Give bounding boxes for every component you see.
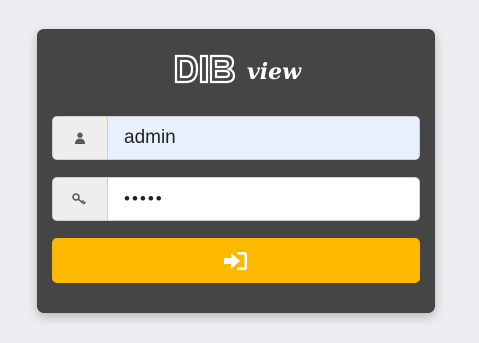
username-field-group: admin <box>52 116 420 160</box>
dib-logo-mark <box>174 54 236 84</box>
password-field-group: ••••• <box>52 177 420 221</box>
dibview-logo: view <box>173 53 303 87</box>
username-addon <box>53 117 108 159</box>
logo-word: view <box>247 59 302 85</box>
sign-in-icon <box>224 251 247 270</box>
login-card: view admin ••••• <box>37 29 435 313</box>
login-button[interactable] <box>52 238 420 283</box>
user-icon <box>75 132 85 144</box>
password-input[interactable]: ••••• <box>108 178 419 220</box>
username-input[interactable]: admin <box>108 117 419 159</box>
key-icon <box>72 193 87 205</box>
password-addon <box>53 178 108 220</box>
